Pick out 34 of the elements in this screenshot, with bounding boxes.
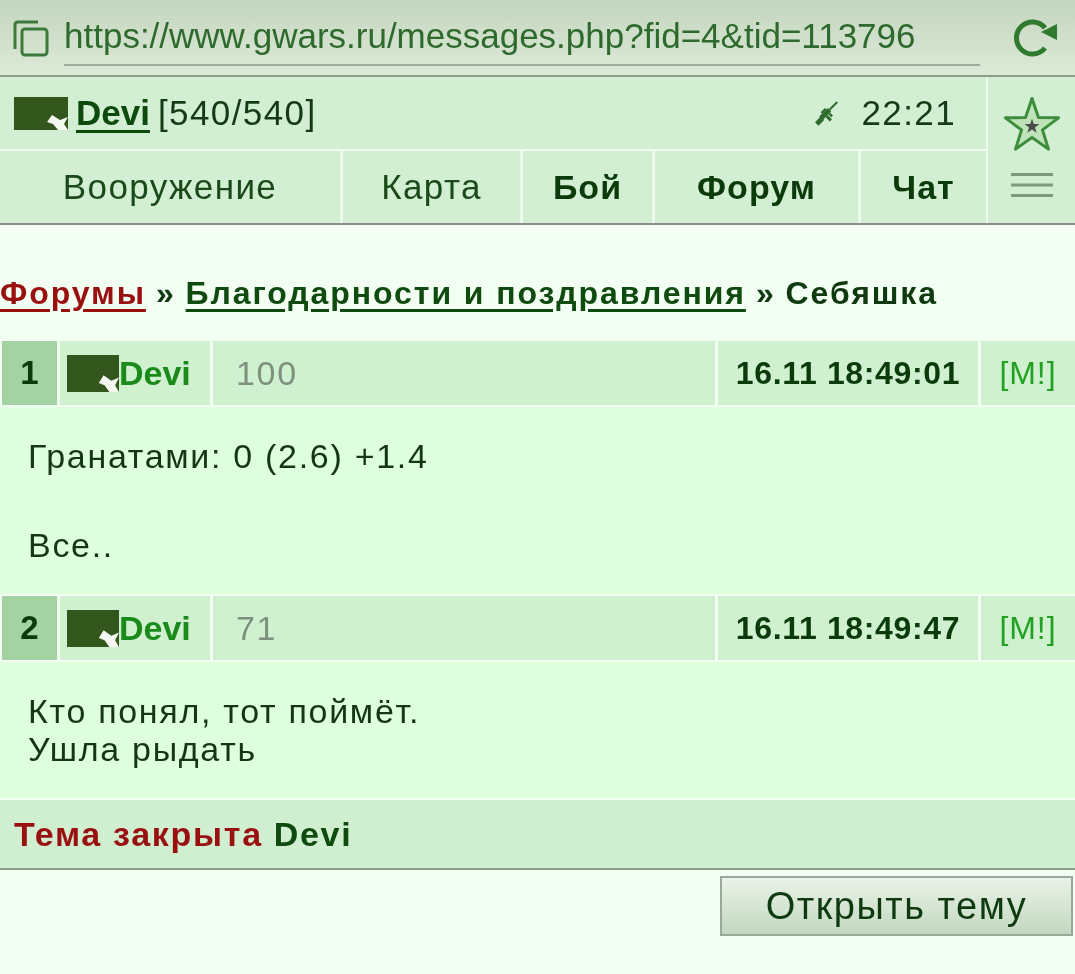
breadcrumb-current: Себяшка (785, 275, 939, 311)
post-rating: 100 (213, 341, 715, 405)
url-field[interactable]: https://www.gwars.ru/messages.php?fid=4&tid=113796 (64, 9, 980, 66)
breadcrumb-separator: » (755, 275, 776, 311)
topic-closed-label: Тема закрыта (14, 813, 263, 855)
breadcrumb-link[interactable]: Форумы (0, 275, 146, 311)
post-date: 16.11 18:49:01 (718, 341, 978, 405)
closed-by-name: Devi (273, 813, 353, 855)
nav-tab[interactable]: Бой (523, 151, 652, 223)
nav-tab[interactable]: Чат (861, 151, 986, 223)
post-rating: 71 (213, 596, 715, 660)
post-text: Кто понял, тот поймёт. Ушла рыдать (28, 692, 422, 768)
breadcrumb-separator: » (155, 275, 176, 311)
author-link[interactable]: Devi (119, 611, 191, 645)
author-link[interactable]: Devi (119, 356, 191, 390)
health-points: [540/540] (157, 91, 317, 134)
post-date: 16.11 18:49:47 (718, 596, 978, 660)
post-text: Гранатами: 0 (2.6) +1.4 (28, 437, 430, 475)
user-link[interactable]: Devi (76, 86, 150, 140)
badge-icon (67, 354, 119, 392)
open-topic-button[interactable]: Открыть тему (720, 876, 1073, 936)
badge-icon (14, 96, 68, 130)
menu-icon[interactable] (1010, 173, 1053, 197)
copy-icon[interactable] (12, 18, 50, 57)
badge-icon (67, 609, 119, 647)
post-number: 2 (2, 596, 57, 660)
breadcrumb-link[interactable]: Благодарности и поздравления (185, 275, 746, 311)
post-text: Все.. (28, 526, 115, 564)
star-icon[interactable] (1002, 95, 1061, 153)
nav-tab[interactable]: Вооружение (0, 151, 340, 223)
post-number: 1 (2, 341, 57, 405)
clock-time: 22:21 (861, 91, 956, 134)
nav-tab[interactable]: Карта (343, 151, 520, 223)
nav-tab[interactable]: Форум (655, 151, 858, 223)
